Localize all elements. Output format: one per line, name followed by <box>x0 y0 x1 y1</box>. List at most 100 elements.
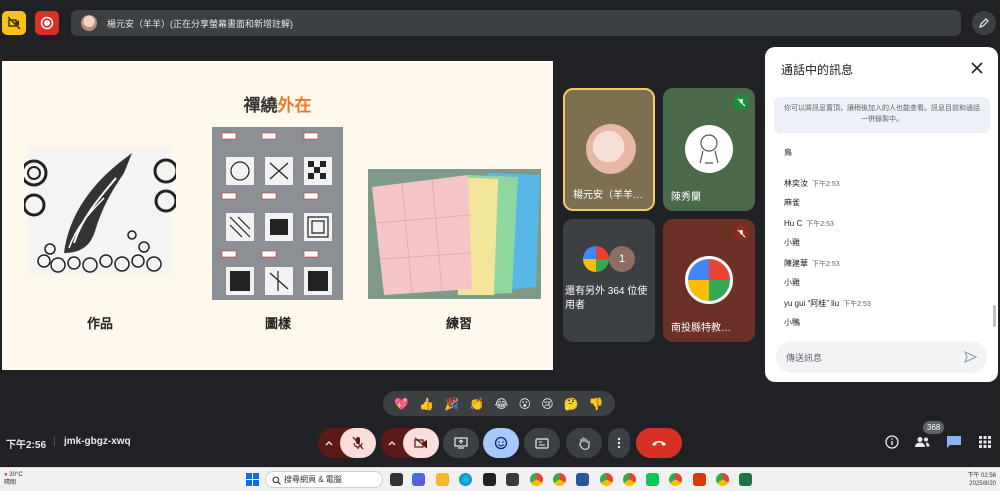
close-icon[interactable] <box>969 60 985 76</box>
reaction-thumbs-up[interactable]: 👍 <box>419 397 434 411</box>
chrome-profile-icon[interactable] <box>669 473 682 486</box>
activities-button[interactable] <box>976 433 994 451</box>
chat-title: 通話中的訊息 <box>781 63 854 77</box>
reaction-thumbs-down[interactable]: 👎 <box>589 397 604 411</box>
pen-icon <box>979 18 989 28</box>
recording-button[interactable] <box>35 11 59 35</box>
taskbar-search-input[interactable]: 搜尋網頁 & 電腦 <box>265 471 383 488</box>
start-button[interactable] <box>246 473 259 486</box>
system-clock[interactable]: 下午 02:56 2025/8/20 <box>962 472 996 488</box>
presenter-text: 楊元安（羊羊）(正在分享螢幕畫面和新增註解) <box>107 18 293 29</box>
search-placeholder: 搜尋網頁 & 電腦 <box>284 475 342 484</box>
task-view-icon[interactable] <box>390 473 403 486</box>
raise-hand-button[interactable] <box>566 428 602 458</box>
reaction-clap[interactable]: 👏 <box>469 397 484 411</box>
mic-toggle-button[interactable] <box>340 428 376 458</box>
send-icon[interactable] <box>963 350 977 364</box>
hang-up-icon <box>652 441 666 446</box>
participant-tile-others[interactable]: 1 還有另外 364 位使用者 <box>563 219 655 342</box>
reaction-surprised[interactable]: 😮 <box>519 397 532 411</box>
captions-button[interactable] <box>524 428 560 458</box>
file-explorer-icon[interactable] <box>436 473 449 486</box>
chat-message: 陳建華 下午2:53 小雞 <box>784 253 840 288</box>
camera-toggle-button[interactable] <box>403 428 439 458</box>
chat-message-input[interactable]: 傳送訊息 <box>776 341 987 373</box>
slide-title: 禪繞外在 <box>2 91 553 116</box>
chrome-icon[interactable] <box>530 473 543 486</box>
participant-name: 南投縣特教… <box>671 323 731 334</box>
chevron-up-icon <box>325 441 333 446</box>
present-screen-icon <box>454 437 468 449</box>
chevron-up-icon <box>388 441 396 446</box>
weather-temperature: 30°C <box>9 472 23 478</box>
excel-icon[interactable] <box>739 473 752 486</box>
meeting-time: 下午2:56 <box>6 440 47 451</box>
people-button[interactable] <box>913 433 931 451</box>
message-sender: yu gui “阿桂” liu <box>784 299 840 308</box>
message-sender: 林奕汝 <box>784 179 808 188</box>
store-icon[interactable] <box>483 473 496 486</box>
weather-alert-icon: ● <box>4 472 8 478</box>
present-button[interactable] <box>443 428 479 458</box>
reaction-party[interactable]: 🎉 <box>444 397 459 411</box>
meeting-code: jmk-gbgz-xwq <box>64 436 131 447</box>
chrome-profile-icon[interactable] <box>623 473 636 486</box>
avatar <box>586 124 636 174</box>
weather-condition: 晴朗 <box>4 480 17 486</box>
participant-tile-nantou[interactable]: 南投縣特教… <box>663 219 755 342</box>
avatar <box>583 246 609 272</box>
divider: | <box>53 436 56 447</box>
reactions-button[interactable] <box>483 428 519 458</box>
camera-off-icon <box>414 437 428 449</box>
caption-artwork: 作品 <box>86 317 113 332</box>
reactions-bar: 💖 👍 🎉 👏 😂 😮 😢 🤔 👎 <box>383 391 615 416</box>
search-icon <box>272 476 281 485</box>
artwork-image <box>24 147 176 274</box>
reaction-thinking[interactable]: 🤔 <box>564 397 579 411</box>
chrome-profile-icon[interactable] <box>716 473 729 486</box>
slide-title-main: 禪繞 <box>243 96 278 116</box>
chat-message: Hu C 下午2:53 小雞 <box>784 213 834 248</box>
chat-scrollbar[interactable] <box>993 305 996 327</box>
participant-tile-presenter[interactable]: 楊元安（羊羊… <box>563 88 655 211</box>
chat-message-partial: 鳥 <box>784 148 792 157</box>
mic-control <box>318 428 376 458</box>
app-icon[interactable] <box>506 473 519 486</box>
meeting-info-button[interactable] <box>883 433 901 451</box>
chat-message: 林奕汝 下午2:53 麻雀 <box>784 173 840 208</box>
message-text: 小雞 <box>784 238 800 247</box>
caption-practice: 練習 <box>445 317 472 332</box>
weather-widget[interactable]: ● 30°C 晴朗 <box>4 471 23 487</box>
reaction-sad[interactable]: 😢 <box>541 397 554 411</box>
taskbar: ● 30°C 晴朗 搜尋網頁 & 電腦 下午 02:56 2025/8/20 <box>0 467 1000 491</box>
more-options-button[interactable] <box>608 428 630 458</box>
edge-icon[interactable] <box>459 473 472 486</box>
message-text: 麻雀 <box>784 198 800 207</box>
mic-off-icon <box>733 94 749 110</box>
reaction-heart[interactable]: 💖 <box>394 397 409 411</box>
participant-tile-chen[interactable]: 陳秀蘭 <box>663 88 755 211</box>
chat-button[interactable] <box>945 433 963 451</box>
line-icon[interactable] <box>646 473 659 486</box>
presenter-banner[interactable]: 楊元安（羊羊）(正在分享螢幕畫面和新增註解) <box>71 10 961 36</box>
leave-call-button[interactable] <box>636 428 682 458</box>
message-time: 下午2:53 <box>812 181 840 188</box>
apps-grid-icon <box>979 436 991 448</box>
mic-off-icon <box>352 436 364 450</box>
hide-self-view-button[interactable] <box>2 11 26 35</box>
avatar <box>685 256 733 304</box>
camera-options-button[interactable] <box>381 428 403 458</box>
caption-patterns: 圖樣 <box>264 317 291 332</box>
powerpoint-icon[interactable] <box>693 473 706 486</box>
slide-title-highlight: 外在 <box>277 96 312 116</box>
mic-options-button[interactable] <box>318 428 340 458</box>
chat-panel: 通話中的訊息 你可以將訊息置頂，讓稍後加入的人也能查看。訊息目前和通話一併錄製中… <box>765 47 998 382</box>
copilot-icon[interactable] <box>412 473 425 486</box>
mic-off-icon <box>733 225 749 241</box>
word-icon[interactable] <box>576 473 589 486</box>
chrome-profile-icon[interactable] <box>600 473 613 486</box>
annotate-button[interactable] <box>972 11 996 35</box>
message-text: 小鴨 <box>784 318 800 327</box>
reaction-laugh[interactable]: 😂 <box>494 397 508 411</box>
chrome-profile-icon[interactable] <box>553 473 566 486</box>
